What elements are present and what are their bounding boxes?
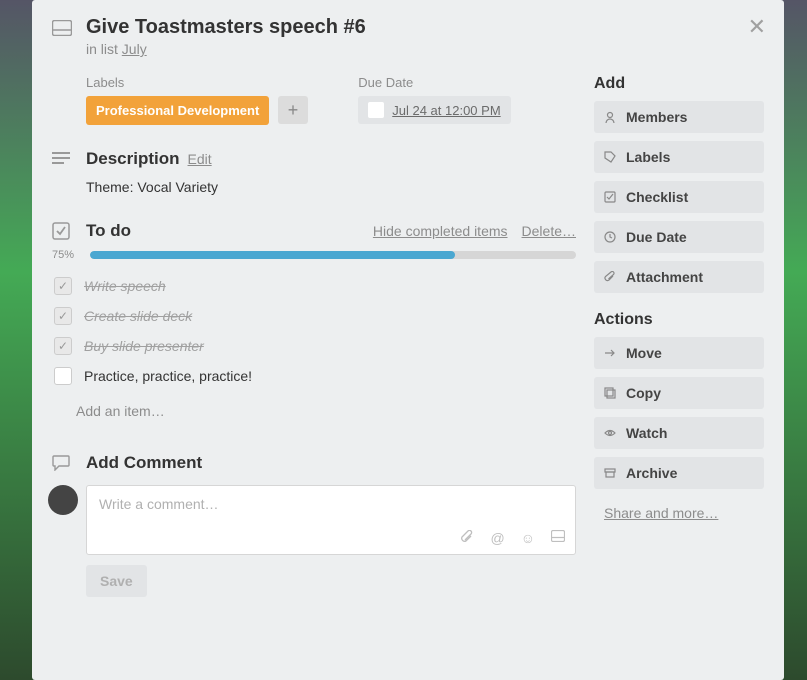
members-label: Members bbox=[626, 109, 687, 125]
checkbox-checked-icon[interactable] bbox=[54, 277, 72, 295]
actions-heading: Actions bbox=[594, 311, 764, 329]
members-icon bbox=[604, 111, 618, 123]
delete-checklist-link[interactable]: Delete… bbox=[522, 223, 576, 239]
in-list-line: in list July bbox=[86, 41, 764, 57]
edit-description-link[interactable]: Edit bbox=[188, 151, 212, 167]
checklist-item-text[interactable]: Practice, practice, practice! bbox=[84, 368, 252, 384]
archive-button[interactable]: Archive bbox=[594, 457, 764, 489]
move-button[interactable]: Move bbox=[594, 337, 764, 369]
checklist-item[interactable]: Practice, practice, practice! bbox=[52, 361, 576, 391]
due-date-box[interactable]: Jul 24 at 12:00 PM bbox=[358, 96, 510, 124]
attachment-icon[interactable] bbox=[460, 530, 474, 546]
checkbox-unchecked-icon[interactable] bbox=[54, 367, 72, 385]
comment-placeholder: Write a comment… bbox=[99, 496, 219, 512]
labels-heading: Labels bbox=[86, 75, 308, 90]
move-label: Move bbox=[626, 345, 662, 361]
checklist-item[interactable]: Write speech bbox=[52, 271, 576, 301]
checklist-item-text[interactable]: Write speech bbox=[84, 278, 166, 294]
attachment-label: Attachment bbox=[626, 269, 703, 285]
attachment-button[interactable]: Attachment bbox=[594, 261, 764, 293]
watch-button[interactable]: Watch bbox=[594, 417, 764, 449]
checklist-title[interactable]: To do bbox=[86, 221, 131, 241]
in-list-prefix: in list bbox=[86, 41, 122, 57]
archive-label: Archive bbox=[626, 465, 677, 481]
add-checklist-item[interactable]: Add an item… bbox=[76, 397, 576, 425]
checklist-sidebar-icon bbox=[604, 191, 618, 203]
members-button[interactable]: Members bbox=[594, 101, 764, 133]
label-pill[interactable]: Professional Development bbox=[86, 96, 269, 125]
checklist-item[interactable]: Buy slide presenter bbox=[52, 331, 576, 361]
add-heading: Add bbox=[594, 75, 764, 93]
mention-icon[interactable]: @ bbox=[490, 530, 504, 546]
checklist-item[interactable]: Create slide deck bbox=[52, 301, 576, 331]
progress-bar bbox=[90, 251, 576, 259]
labels-button[interactable]: Labels bbox=[594, 141, 764, 173]
arrow-right-icon bbox=[604, 347, 618, 359]
add-label-button[interactable]: + bbox=[278, 96, 309, 124]
emoji-icon[interactable]: ☺ bbox=[521, 530, 535, 546]
card-title[interactable]: Give Toastmasters speech #6 bbox=[86, 16, 366, 39]
description-body[interactable]: Theme: Vocal Variety bbox=[86, 179, 576, 195]
labels-block: Labels Professional Development + bbox=[86, 75, 308, 125]
avatar[interactable] bbox=[48, 485, 78, 515]
save-button[interactable]: Save bbox=[86, 565, 147, 597]
card-link-icon[interactable] bbox=[551, 530, 565, 546]
hide-completed-link[interactable]: Hide completed items bbox=[373, 223, 508, 239]
copy-icon bbox=[604, 387, 618, 399]
description-icon bbox=[52, 152, 76, 166]
attachment-sidebar-icon bbox=[604, 271, 618, 283]
checklist-label: Checklist bbox=[626, 189, 688, 205]
close-icon[interactable]: ✕ bbox=[748, 14, 766, 40]
labels-icon bbox=[604, 151, 618, 163]
watch-label: Watch bbox=[626, 425, 667, 441]
checklist-item-text[interactable]: Buy slide presenter bbox=[84, 338, 204, 354]
checklist-item-text[interactable]: Create slide deck bbox=[84, 308, 192, 324]
list-link[interactable]: July bbox=[122, 41, 147, 57]
due-date-block: Due Date Jul 24 at 12:00 PM bbox=[358, 75, 510, 125]
comment-input[interactable]: Write a comment… @ ☺ bbox=[86, 485, 576, 555]
copy-button[interactable]: Copy bbox=[594, 377, 764, 409]
labels-label: Labels bbox=[626, 149, 670, 165]
checklist-button[interactable]: Checklist bbox=[594, 181, 764, 213]
card-modal: ✕ Give Toastmasters speech #6 in list Ju… bbox=[32, 0, 784, 680]
progress-percent: 75% bbox=[52, 249, 82, 261]
archive-icon bbox=[604, 467, 618, 479]
progress-bar-fill bbox=[90, 251, 455, 259]
description-heading: Description bbox=[86, 149, 180, 169]
due-date-button[interactable]: Due Date bbox=[594, 221, 764, 253]
copy-label: Copy bbox=[626, 385, 661, 401]
clock-icon bbox=[604, 231, 618, 243]
checklist-icon bbox=[52, 222, 76, 240]
card-icon bbox=[52, 20, 76, 36]
share-and-more-link[interactable]: Share and more… bbox=[594, 505, 764, 521]
checkbox-checked-icon[interactable] bbox=[54, 307, 72, 325]
due-date-heading: Due Date bbox=[358, 75, 510, 90]
due-date-label: Due Date bbox=[626, 229, 687, 245]
eye-icon bbox=[604, 427, 618, 439]
comment-icon bbox=[52, 455, 76, 471]
due-date-checkbox[interactable] bbox=[368, 102, 384, 118]
due-date-value[interactable]: Jul 24 at 12:00 PM bbox=[392, 103, 500, 118]
checkbox-checked-icon[interactable] bbox=[54, 337, 72, 355]
add-comment-heading: Add Comment bbox=[86, 453, 202, 473]
